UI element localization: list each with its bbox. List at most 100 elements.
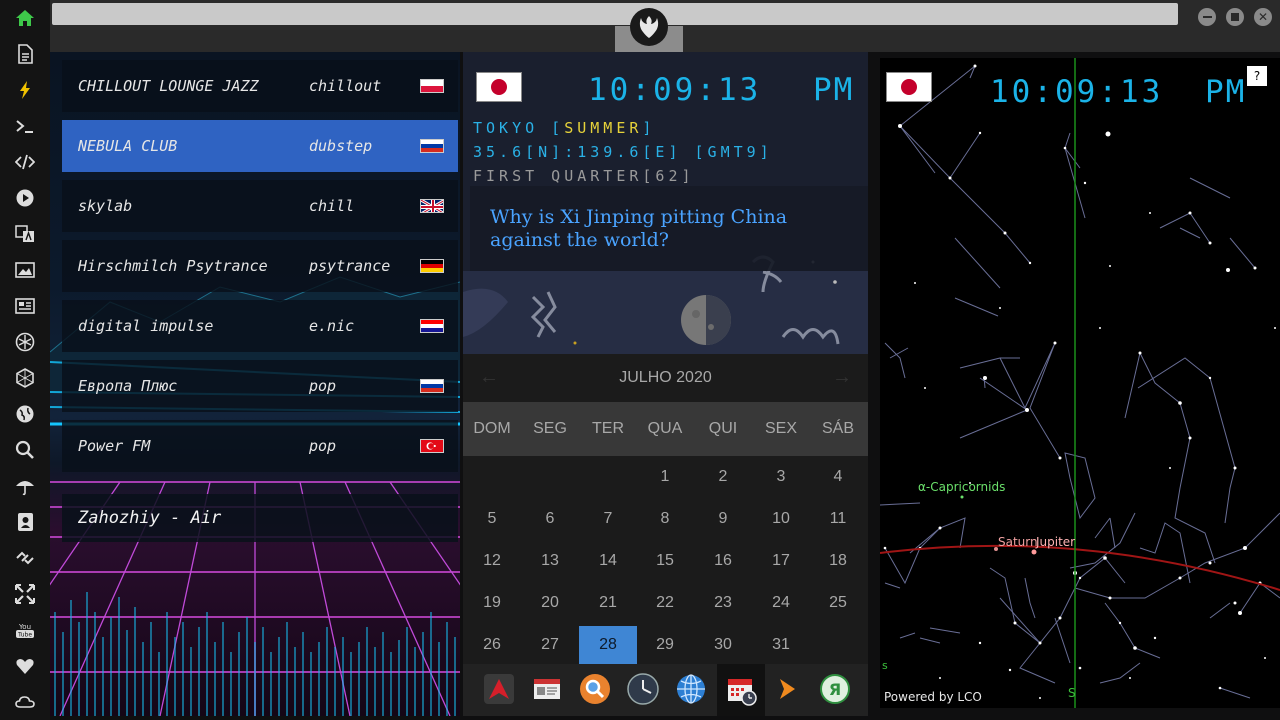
calendar-day[interactable]: 19: [463, 584, 521, 622]
help-button[interactable]: ?: [1247, 66, 1267, 86]
yandex-icon[interactable]: Я: [817, 671, 853, 707]
calendar-day[interactable]: 7: [579, 500, 637, 538]
calendar-day[interactable]: 24: [752, 584, 810, 622]
clock-time: 10:09:13: [588, 72, 762, 108]
station-row[interactable]: Hirschmilch Psytrance psytrance: [62, 240, 458, 292]
image-icon[interactable]: [13, 258, 37, 282]
link-icon[interactable]: [13, 546, 37, 570]
news-icon[interactable]: [13, 294, 37, 318]
news-headline[interactable]: Why is Xi Jinping pitting China against …: [470, 186, 868, 271]
rebel-icon[interactable]: [13, 330, 37, 354]
news-app-icon[interactable]: [529, 671, 565, 707]
station-genre: psytrance: [309, 257, 391, 275]
calendar-day[interactable]: 10: [752, 500, 810, 538]
translate-icon[interactable]: [13, 222, 37, 246]
calendar-day[interactable]: 15: [636, 542, 694, 580]
calendar-day[interactable]: 16: [694, 542, 752, 580]
calendar-day[interactable]: 11: [809, 500, 867, 538]
station-name: CHILLOUT LOUNGE JAZZ: [78, 77, 259, 95]
calendar-app-icon[interactable]: [717, 664, 765, 716]
next-month-icon[interactable]: →: [832, 366, 852, 389]
terminal-icon[interactable]: [13, 114, 37, 138]
title-bar: ✕: [50, 0, 1280, 52]
address-bar[interactable]: [52, 3, 1178, 25]
calendar-day[interactable]: 5: [463, 500, 521, 538]
code-icon[interactable]: [13, 150, 37, 174]
contact-icon[interactable]: [13, 510, 37, 534]
now-playing: Zahozhiy - Air: [62, 494, 458, 542]
station-row[interactable]: skylab chill: [62, 180, 458, 232]
search-app-icon[interactable]: [577, 671, 613, 707]
calendar-day[interactable]: 21: [579, 584, 637, 622]
hexagon-icon[interactable]: [13, 366, 37, 390]
prev-month-icon[interactable]: ←: [479, 366, 499, 389]
south-edge-label: s: [882, 659, 888, 672]
station-row[interactable]: digital impulse e.nic: [62, 300, 458, 352]
media-play-icon[interactable]: [769, 671, 805, 707]
meteor-shower-label: α-Capricornids: [918, 480, 1006, 494]
globe-icon[interactable]: [13, 402, 37, 426]
calendar-day[interactable]: 1: [636, 458, 694, 496]
poland-flag-icon: [420, 79, 444, 93]
calendar-day[interactable]: 6: [521, 500, 579, 538]
station-row[interactable]: Power FM pop: [62, 420, 458, 472]
lightning-icon[interactable]: [13, 78, 37, 102]
calendar-day[interactable]: 9: [694, 500, 752, 538]
maximize-button[interactable]: [1226, 8, 1244, 26]
calendar-day[interactable]: 18: [809, 542, 867, 580]
station-genre: chill: [309, 197, 355, 215]
calendar-day[interactable]: 3: [752, 458, 810, 496]
weekday-label: QUA: [647, 420, 683, 437]
station-row[interactable]: CHILLOUT LOUNGE JAZZ chillout: [62, 60, 458, 112]
calendar-day[interactable]: 30: [694, 626, 752, 664]
sky-map[interactable]: 10:09:13 PM α-Capricornids Saturn Jupite…: [880, 58, 1280, 708]
uk-flag-icon: [420, 199, 444, 213]
station-name: Power FM: [78, 437, 151, 455]
station-genre: e.nic: [309, 317, 355, 335]
app-launcher-icon[interactable]: [481, 671, 517, 707]
calendar-day[interactable]: 25: [809, 584, 867, 622]
svg-text:Tube: Tube: [17, 632, 32, 639]
umbrella-icon[interactable]: [13, 474, 37, 498]
calendar-day[interactable]: 26: [463, 626, 521, 664]
calendar-day[interactable]: 29: [636, 626, 694, 664]
station-row-active[interactable]: NEBULA CLUB dubstep: [62, 120, 458, 172]
south-marker: S: [1068, 686, 1076, 700]
weekday-label: SEG: [533, 420, 567, 437]
side-rail: You Tube: [0, 0, 50, 720]
minimize-button[interactable]: [1198, 8, 1216, 26]
calendar-day[interactable]: 20: [521, 584, 579, 622]
station-name: Hirschmilch Psytrance: [78, 257, 268, 275]
station-genre: dubstep: [309, 137, 373, 155]
search-icon[interactable]: [13, 438, 37, 462]
radio-panel: CHILLOUT LOUNGE JAZZ chillout NEBULA CLU…: [50, 52, 460, 716]
calendar-day[interactable]: 17: [752, 542, 810, 580]
cloud-icon[interactable]: [13, 690, 37, 714]
calendar-day[interactable]: 12: [463, 542, 521, 580]
youtube-icon[interactable]: You Tube: [13, 618, 37, 642]
calendar-day[interactable]: 22: [636, 584, 694, 622]
calendar-day[interactable]: 8: [636, 500, 694, 538]
calendar-day[interactable]: 14: [579, 542, 637, 580]
calendar-day[interactable]: 31: [752, 626, 810, 664]
russia-flag-icon: [420, 139, 444, 153]
play-icon[interactable]: [13, 186, 37, 210]
calendar-day[interactable]: 2: [694, 458, 752, 496]
sky-ampm: PM: [1205, 74, 1247, 110]
calendar-day-today[interactable]: 28: [579, 626, 637, 664]
calendar-day[interactable]: 27: [521, 626, 579, 664]
clock-app-icon[interactable]: [625, 671, 661, 707]
home-icon[interactable]: [13, 6, 37, 30]
calendar-day[interactable]: 13: [521, 542, 579, 580]
document-icon[interactable]: [13, 42, 37, 66]
calendar-day[interactable]: 23: [694, 584, 752, 622]
heart-icon[interactable]: [13, 654, 37, 678]
close-button[interactable]: ✕: [1254, 8, 1272, 26]
station-name: skylab: [78, 197, 133, 215]
saturn-label: Saturn: [998, 535, 1038, 549]
browser-icon[interactable]: [673, 671, 709, 707]
move-icon[interactable]: [13, 582, 37, 606]
calendar-day[interactable]: 4: [809, 458, 867, 496]
station-row[interactable]: Европа Плюс pop: [62, 360, 458, 412]
weekday-label: QUI: [708, 420, 738, 437]
